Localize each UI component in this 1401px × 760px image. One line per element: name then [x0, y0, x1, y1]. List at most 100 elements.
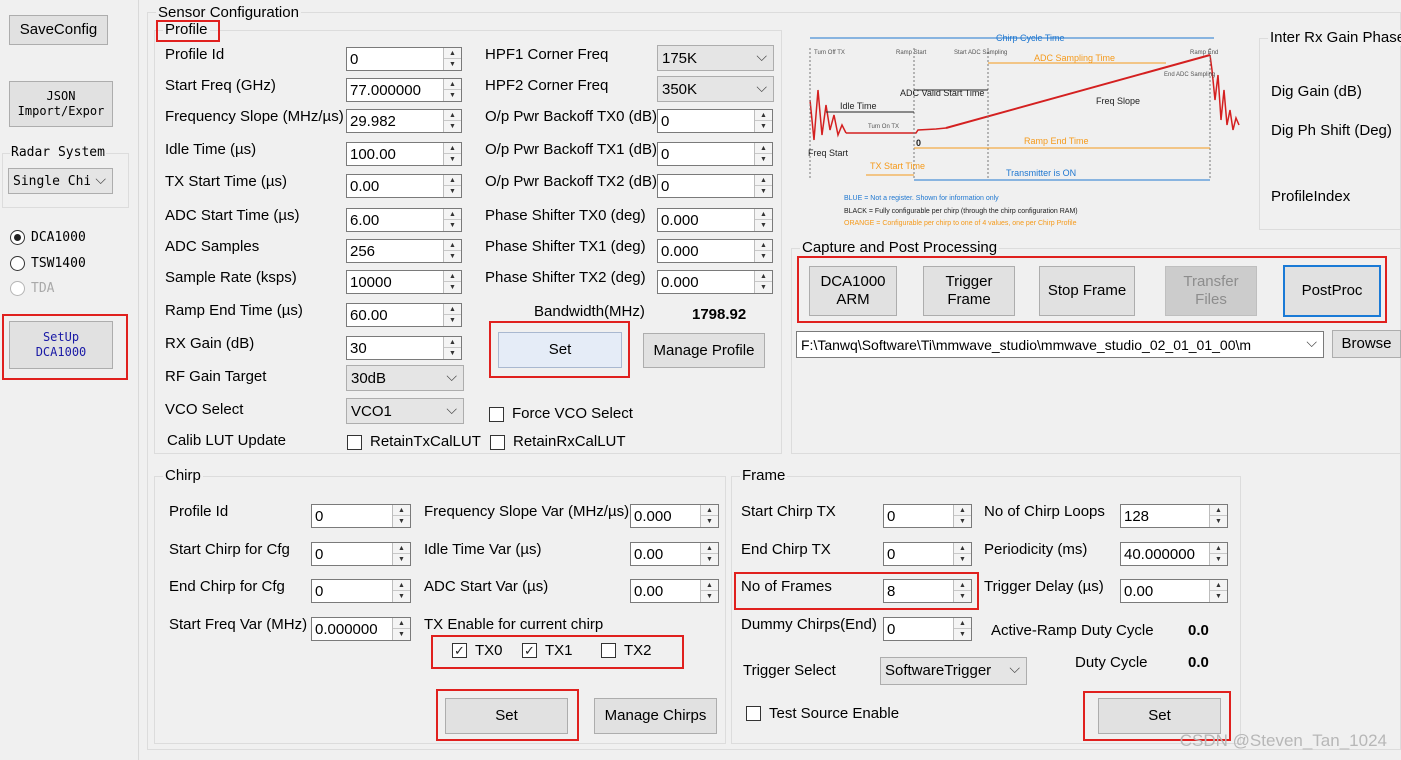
spin-down-icon[interactable]: ▼: [444, 121, 461, 132]
profile-start-freq-ghz-input[interactable]: 77.000000 ▲ ▼: [346, 78, 462, 102]
spin-up-icon[interactable]: ▲: [1210, 505, 1227, 516]
rf-gain-target-select[interactable]: 30dB ⌵: [346, 365, 464, 391]
spin-down-icon[interactable]: ▼: [1210, 554, 1227, 565]
spin-down-icon[interactable]: ▼: [701, 516, 718, 527]
frame-set-button[interactable]: Set: [1098, 698, 1221, 734]
spin-up-icon[interactable]: ▲: [393, 618, 410, 629]
manage-chirps-button[interactable]: Manage Chirps: [594, 698, 717, 734]
chirp-end-chirp-for-cfg-input[interactable]: 0 ▲ ▼: [311, 579, 411, 603]
spin-up-icon[interactable]: ▲: [444, 337, 461, 348]
radio-tsw1400[interactable]: [10, 256, 25, 271]
spin-up-icon[interactable]: ▲: [755, 143, 772, 154]
postproc-button[interactable]: PostProc: [1283, 265, 1381, 317]
hpf2-select[interactable]: 350K ⌵: [657, 76, 774, 102]
spin-up-icon[interactable]: ▲: [444, 271, 461, 282]
transfer-files-button[interactable]: Transfer Files: [1165, 266, 1257, 316]
spin-down-icon[interactable]: ▼: [755, 251, 772, 262]
spin-down-icon[interactable]: ▼: [393, 591, 410, 602]
spin-up-icon[interactable]: ▲: [755, 175, 772, 186]
retain-rx-cal-lut-checkbox[interactable]: [490, 435, 505, 450]
setup-dca1000-button[interactable]: SetUp DCA1000: [9, 321, 113, 369]
trigger-select[interactable]: SoftwareTrigger ⌵: [880, 657, 1027, 685]
spin-up-icon[interactable]: ▲: [444, 175, 461, 186]
profile-idle-time-s-input[interactable]: 100.00 ▲ ▼: [346, 142, 462, 166]
spin-up-icon[interactable]: ▲: [444, 110, 461, 121]
spin-down-icon[interactable]: ▼: [444, 220, 461, 231]
profile-profile-id-input[interactable]: 0 ▲ ▼: [346, 47, 462, 71]
spin-down-icon[interactable]: ▼: [444, 186, 461, 197]
hpf1-select[interactable]: 175K ⌵: [657, 45, 774, 71]
spin-up-icon[interactable]: ▲: [755, 110, 772, 121]
spin-up-icon[interactable]: ▲: [701, 505, 718, 516]
spin-down-icon[interactable]: ▼: [755, 282, 772, 293]
tx1-checkbox[interactable]: ✓: [522, 643, 537, 658]
chirp-profile-id-input[interactable]: 0 ▲ ▼: [311, 504, 411, 528]
spin-up-icon[interactable]: ▲: [393, 580, 410, 591]
spin-up-icon[interactable]: ▲: [444, 48, 461, 59]
radio-tda[interactable]: [10, 281, 25, 296]
frame-start-chirp-tx-input[interactable]: 0 ▲ ▼: [883, 504, 972, 528]
profile-phase-shifter-tx0-deg-input[interactable]: 0.000 ▲ ▼: [657, 208, 773, 232]
frame-periodicity-ms-input[interactable]: 40.000000 ▲ ▼: [1120, 542, 1228, 566]
spin-up-icon[interactable]: ▲: [444, 143, 461, 154]
spin-down-icon[interactable]: ▼: [701, 591, 718, 602]
spin-down-icon[interactable]: ▼: [755, 220, 772, 231]
spin-down-icon[interactable]: ▼: [701, 554, 718, 565]
spin-up-icon[interactable]: ▲: [444, 209, 461, 220]
spin-up-icon[interactable]: ▲: [954, 505, 971, 516]
chirp-adc-start-var-s-input[interactable]: 0.00 ▲ ▼: [630, 579, 719, 603]
profile-o-p-pwr-backoff-tx1-db-input[interactable]: 0 ▲ ▼: [657, 142, 773, 166]
profile-adc-start-time-s-input[interactable]: 6.00 ▲ ▼: [346, 208, 462, 232]
frame-end-chirp-tx-input[interactable]: 0 ▲ ▼: [883, 542, 972, 566]
spin-up-icon[interactable]: ▲: [393, 505, 410, 516]
chirp-idle-time-var-s-input[interactable]: 0.00 ▲ ▼: [630, 542, 719, 566]
spin-up-icon[interactable]: ▲: [393, 543, 410, 554]
test-source-checkbox[interactable]: [746, 706, 761, 721]
spin-down-icon[interactable]: ▼: [393, 629, 410, 640]
vco-select[interactable]: VCO1 ⌵: [346, 398, 464, 424]
spin-down-icon[interactable]: ▼: [954, 629, 971, 640]
profile-o-p-pwr-backoff-tx2-db-input[interactable]: 0 ▲ ▼: [657, 174, 773, 198]
spin-up-icon[interactable]: ▲: [444, 79, 461, 90]
spin-down-icon[interactable]: ▼: [444, 315, 461, 326]
spin-up-icon[interactable]: ▲: [701, 580, 718, 591]
tx0-checkbox[interactable]: ✓: [452, 643, 467, 658]
spin-up-icon[interactable]: ▲: [755, 240, 772, 251]
spin-up-icon[interactable]: ▲: [444, 304, 461, 315]
radar-system-select[interactable]: Single Chi ⌵: [8, 168, 113, 194]
browse-button[interactable]: Browse: [1332, 330, 1401, 358]
chirp-start-freq-var-mhz-input[interactable]: 0.000000 ▲ ▼: [311, 617, 411, 641]
profile-rx-gain-db-input[interactable]: 30 ▲ ▼: [346, 336, 462, 360]
profile-frequency-slope-mhz-s-input[interactable]: 29.982 ▲ ▼: [346, 109, 462, 133]
spin-down-icon[interactable]: ▼: [444, 282, 461, 293]
spin-down-icon[interactable]: ▼: [444, 90, 461, 101]
spin-down-icon[interactable]: ▼: [755, 186, 772, 197]
chirp-start-chirp-for-cfg-input[interactable]: 0 ▲ ▼: [311, 542, 411, 566]
frame-no-of-frames-input[interactable]: 8 ▲ ▼: [883, 579, 972, 603]
retain-tx-cal-lut-checkbox[interactable]: [347, 435, 362, 450]
spin-down-icon[interactable]: ▼: [393, 554, 410, 565]
spin-up-icon[interactable]: ▲: [954, 618, 971, 629]
spin-up-icon[interactable]: ▲: [755, 271, 772, 282]
json-import-export-button[interactable]: JSON Import/Expor: [9, 81, 113, 127]
spin-down-icon[interactable]: ▼: [444, 251, 461, 262]
profile-set-button[interactable]: Set: [498, 332, 622, 368]
spin-down-icon[interactable]: ▼: [444, 59, 461, 70]
spin-up-icon[interactable]: ▲: [954, 580, 971, 591]
profile-sample-rate-ksps-input[interactable]: 10000 ▲ ▼: [346, 270, 462, 294]
profile-tx-start-time-s-input[interactable]: 0.00 ▲ ▼: [346, 174, 462, 198]
spin-up-icon[interactable]: ▲: [954, 543, 971, 554]
spin-up-icon[interactable]: ▲: [1210, 580, 1227, 591]
spin-up-icon[interactable]: ▲: [1210, 543, 1227, 554]
profile-ramp-end-time-s-input[interactable]: 60.00 ▲ ▼: [346, 303, 462, 327]
spin-up-icon[interactable]: ▲: [701, 543, 718, 554]
profile-phase-shifter-tx2-deg-input[interactable]: 0.000 ▲ ▼: [657, 270, 773, 294]
spin-down-icon[interactable]: ▼: [444, 154, 461, 165]
spin-down-icon[interactable]: ▼: [954, 554, 971, 565]
chirp-frequency-slope-var-mhz-s-input[interactable]: 0.000 ▲ ▼: [630, 504, 719, 528]
spin-down-icon[interactable]: ▼: [954, 516, 971, 527]
spin-down-icon[interactable]: ▼: [393, 516, 410, 527]
chirp-set-button[interactable]: Set: [445, 698, 568, 734]
spin-down-icon[interactable]: ▼: [1210, 591, 1227, 602]
dca1000-arm-button[interactable]: DCA1000 ARM: [809, 266, 897, 316]
